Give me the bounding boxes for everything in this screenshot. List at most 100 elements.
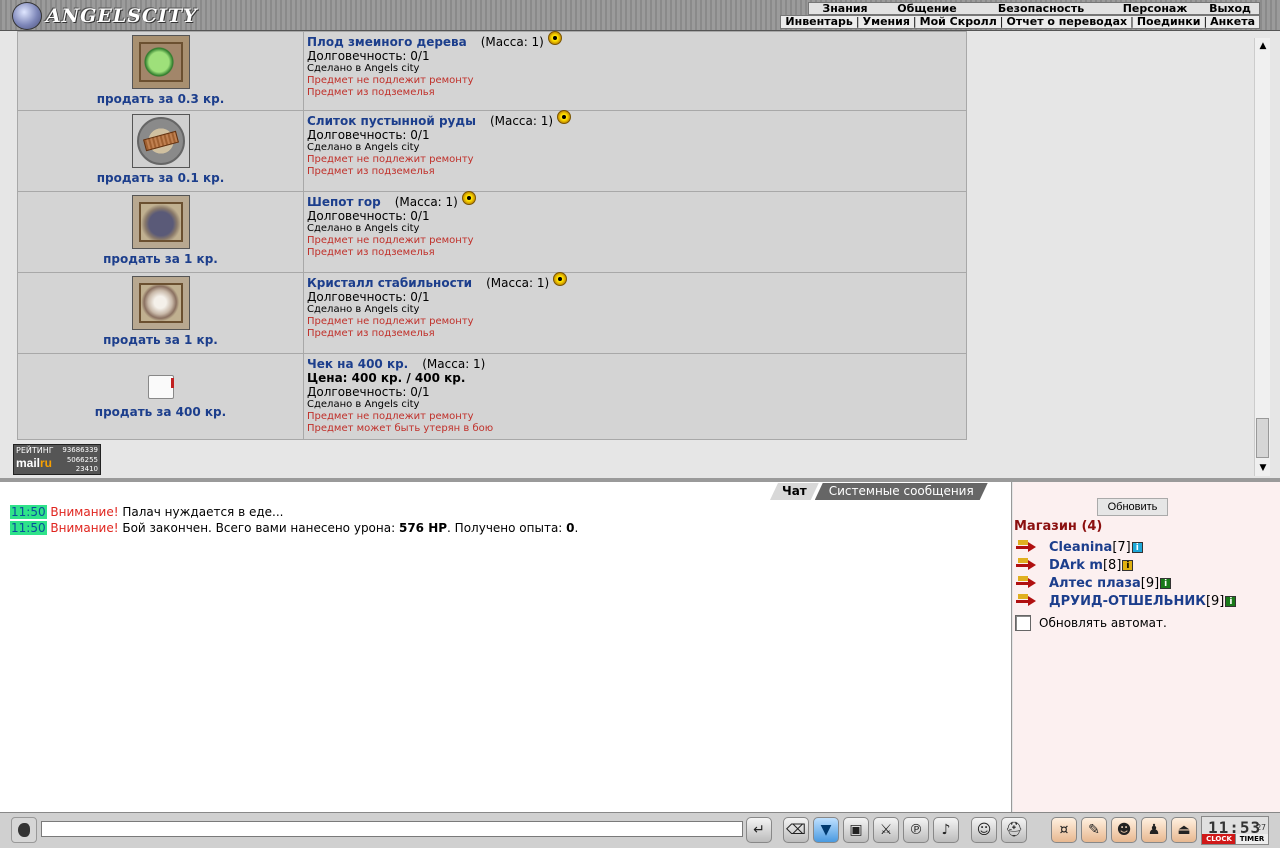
private-filter-icon[interactable]: ℗ <box>903 817 929 843</box>
money-bag-icon[interactable]: ¤ <box>1051 817 1077 843</box>
item-mass: (Масса: 1) <box>394 195 458 209</box>
submenu-my-scroll[interactable]: Мой Скролл <box>920 16 997 28</box>
ore-ingot-icon[interactable] <box>131 114 190 168</box>
user-row: ДРУИД-ОТШЕЛЬНИК [9] i <box>1016 592 1237 610</box>
info-icon[interactable]: i <box>1225 595 1237 607</box>
item-note-repair: Предмет не подлежит ремонту <box>307 154 474 165</box>
message-time[interactable]: 11:50 <box>10 505 47 519</box>
item-note-repair: Предмет не подлежит ремонту <box>307 75 474 86</box>
item-durability: Долговечность: 0/1 <box>307 49 430 63</box>
timer-label[interactable]: TIMER <box>1235 834 1268 844</box>
main-scrollbar[interactable]: ▲ ▼ <box>1254 38 1270 476</box>
private-message-icon[interactable] <box>1016 558 1038 572</box>
item-note-origin: Предмет из подземелья <box>307 166 435 177</box>
scroll-icon[interactable]: ✎ <box>1081 817 1107 843</box>
green-fruit-icon[interactable] <box>131 35 190 89</box>
submenu-fights[interactable]: Поединки <box>1137 16 1201 28</box>
info-icon[interactable]: i <box>1131 541 1143 553</box>
smiley-icon[interactable]: ☺ <box>971 817 997 843</box>
private-message-icon[interactable] <box>1016 576 1038 590</box>
chat-head-icon[interactable] <box>11 817 37 843</box>
table-row: продать за 0.1 кр. Слиток пустынной руды… <box>17 110 967 192</box>
chat-message: 11:50 Внимание! Палач нуждается в еде... <box>10 504 578 520</box>
scroll-down-icon[interactable]: ▼ <box>1255 460 1271 476</box>
rating-counter[interactable]: РЕЙТИНГ 93686339 mailru 5066255 23410 <box>13 444 101 475</box>
item-made: Сделано в Angels city <box>307 399 420 410</box>
experience-value: 0 <box>566 521 575 535</box>
item-made: Сделано в Angels city <box>307 142 420 153</box>
tab-chat[interactable]: Чат <box>770 483 819 500</box>
sell-link[interactable]: продать за 400 кр. <box>18 405 303 419</box>
send-icon[interactable]: ↵ <box>746 817 772 843</box>
clock-label[interactable]: CLOCK <box>1202 834 1236 844</box>
brand-name: ANGELSCITY <box>46 5 198 27</box>
menu-communication[interactable]: Общение <box>881 3 973 14</box>
info-icon[interactable]: i <box>1122 559 1134 571</box>
mountain-stone-icon[interactable] <box>131 195 190 249</box>
submenu-profile[interactable]: Анкета <box>1210 16 1255 28</box>
sound-icon[interactable]: ♪ <box>933 817 959 843</box>
exit-icon[interactable]: ⏏ <box>1171 817 1197 843</box>
fight-icon[interactable]: ⚔ <box>873 817 899 843</box>
eraser-icon[interactable]: ⌫ <box>783 817 809 843</box>
chat-message: 11:50 Внимание! Бой закончен. Всего вами… <box>10 521 579 535</box>
scroll-up-icon[interactable]: ▲ <box>1255 38 1271 54</box>
auto-refresh-row: Обновлять автомат. <box>1015 615 1167 631</box>
character-icon[interactable]: ☻ <box>1111 817 1137 843</box>
filter-icon[interactable]: ▼ <box>813 817 839 843</box>
game-clock[interactable]: 11:53 27 CLOCK TIMER <box>1201 816 1269 845</box>
item-durability: Долговечность: 0/1 <box>307 290 430 304</box>
message-time[interactable]: 11:50 <box>10 521 47 535</box>
menu-knowledge[interactable]: Знания <box>809 3 881 14</box>
submenu-transfers[interactable]: Отчет о переводах <box>1006 16 1127 28</box>
item-note-repair: Предмет не подлежит ремонту <box>307 411 474 422</box>
user-name[interactable]: DArk m <box>1049 558 1103 573</box>
menu-exit[interactable]: Выход <box>1201 3 1259 14</box>
private-message-icon[interactable] <box>1016 540 1038 554</box>
rating-label: РЕЙТИНГ <box>16 446 54 455</box>
crystal-orb-icon[interactable] <box>131 276 190 330</box>
user-name[interactable]: Cleanina <box>1049 540 1112 555</box>
item-name[interactable]: Шепот гор <box>307 195 381 209</box>
message-warning: Внимание! <box>50 521 119 535</box>
sell-link[interactable]: продать за 0.3 кр. <box>18 92 303 106</box>
item-note-loss: Предмет может быть утерян в бою <box>307 423 494 434</box>
sell-link[interactable]: продать за 1 кр. <box>18 333 303 347</box>
user-level: [7] <box>1112 539 1131 555</box>
message-text: Палач нуждается в еде... <box>118 505 284 519</box>
user-name[interactable]: ДРУИД-ОТШЕЛЬНИК <box>1049 594 1206 609</box>
item-mass: (Масса: 1) <box>486 276 550 290</box>
tab-system-messages[interactable]: Системные сообщения <box>815 483 988 500</box>
scroll-cheque-icon[interactable] <box>144 372 178 402</box>
menu-character[interactable]: Персонаж <box>1109 3 1201 14</box>
submenu-skills[interactable]: Умения <box>863 16 910 28</box>
auto-refresh-label: Обновлять автомат. <box>1039 616 1167 630</box>
sell-link[interactable]: продать за 1 кр. <box>18 252 303 266</box>
item-name[interactable]: Кристалл стабильности <box>307 276 472 290</box>
scroll-thumb[interactable] <box>1256 418 1269 458</box>
private-message-icon[interactable] <box>1016 594 1038 608</box>
submenu-inventory[interactable]: Инвентарь <box>785 16 852 28</box>
info-icon[interactable]: i <box>1160 577 1172 589</box>
item-name[interactable]: Чек на 400 кр. <box>307 357 408 371</box>
table-row: продать за 1 кр. Шепот гор (Масса: 1) Дол… <box>17 191 967 273</box>
message-text: Бой закончен. Всего вами нанесено урона: <box>118 521 399 535</box>
user-row: Алтес плаза [9] i <box>1016 574 1172 592</box>
helmet-icon[interactable]: ⛑ <box>1001 817 1027 843</box>
friends-icon[interactable]: ♟ <box>1141 817 1167 843</box>
sell-link[interactable]: продать за 0.1 кр. <box>18 171 303 185</box>
item-name[interactable]: Плод змеиного дерева <box>307 35 467 49</box>
chat-tabs: Чат Системные сообщения <box>770 483 988 500</box>
item-note-origin: Предмет из подземелья <box>307 328 435 339</box>
save-log-icon[interactable]: ▣ <box>843 817 869 843</box>
menu-security[interactable]: Безопасность <box>973 3 1109 14</box>
damage-value: 576 HP <box>398 521 448 535</box>
item-durability: Долговечность: 0/1 <box>307 385 430 399</box>
item-name[interactable]: Слиток пустынной руды <box>307 114 476 128</box>
auto-refresh-checkbox[interactable] <box>1015 615 1031 631</box>
item-durability: Долговечность: 0/1 <box>307 209 430 223</box>
refresh-button[interactable]: Обновить <box>1097 498 1168 516</box>
user-name[interactable]: Алтес плаза <box>1049 576 1141 591</box>
chat-input[interactable] <box>41 821 743 837</box>
item-made: Сделано в Angels city <box>307 223 420 234</box>
